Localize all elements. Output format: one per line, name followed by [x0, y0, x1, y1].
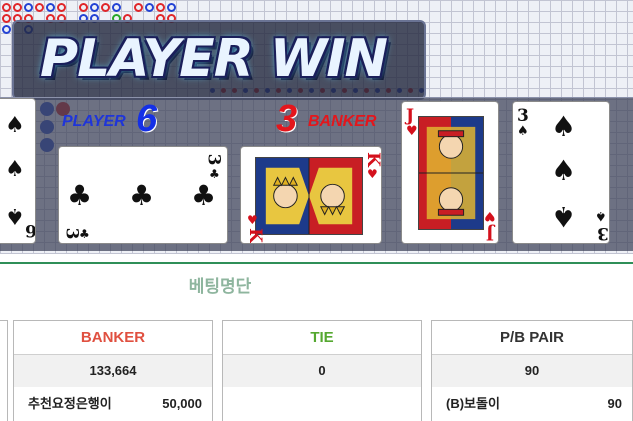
card-rank: 3 — [61, 227, 82, 240]
column-total: 133,664 — [14, 355, 212, 387]
bet-amount: 90 — [607, 396, 622, 411]
betting-column-pair: P/B PAIR 90 (B)보돌이 90 — [431, 320, 633, 421]
roadmap-bead — [112, 3, 121, 12]
card-rank: 6 — [25, 220, 36, 240]
game-table: PLAYER WIN PLAYER 6 3 BANKER ♠ ♠ ♠ 6 3 ♣… — [0, 0, 633, 254]
banker-card-1: K ♥ ♥ K — [240, 146, 382, 244]
bet-row: (B)보돌이 90 — [432, 387, 632, 421]
bet-amount: 50,000 — [162, 396, 202, 411]
roadmap-bead — [134, 3, 143, 12]
roadmap-bead — [2, 14, 11, 23]
card-rank: J — [486, 223, 495, 243]
banker-card-3: 3 ♠ ♠ ♠ ♠ ♠ 3 — [512, 101, 610, 244]
roadmap-bead — [35, 3, 44, 12]
card-rank: K — [362, 152, 382, 167]
spade-icon: ♠ — [551, 154, 577, 187]
player-card-2: 3 ♣ ♣ ♣ ♣ 3 ♣ — [58, 146, 228, 244]
column-header: BANKER — [14, 321, 212, 355]
bettor-name: (B)보돌이 — [446, 396, 500, 411]
roadmap-bead — [13, 3, 22, 12]
spade-icon: ♠ — [517, 124, 529, 139]
betting-column-tie: TIE 0 — [222, 320, 422, 421]
club-icon: ♣ — [191, 179, 217, 212]
heart-icon: ♥ — [367, 167, 378, 181]
spade-icon: ♠ — [5, 113, 25, 138]
roadmap-bead — [24, 3, 33, 12]
column-total: 0 — [223, 355, 421, 387]
banker-score: 3 — [276, 98, 298, 140]
betting-list-title: 베팅명단 — [188, 277, 252, 296]
result-banner-text: PLAYER WIN — [40, 29, 388, 89]
jack-face-art — [418, 116, 484, 230]
player-score: 6 — [136, 98, 158, 140]
column-header: P/B PAIR — [432, 321, 632, 355]
banker-card-2: J ♥ ♥ J — [401, 101, 499, 244]
club-icon: ♣ — [129, 179, 155, 212]
bettor-name: 추천요정은행이 — [28, 396, 112, 411]
roadmap-bead — [101, 3, 110, 12]
banker-label: BANKER — [308, 113, 377, 130]
bet-row: 추천요정은행이 50,000 — [14, 387, 212, 421]
card-rank: 3 — [517, 106, 529, 126]
spade-icon: ♠ — [551, 110, 577, 143]
player-label: PLAYER — [62, 113, 126, 130]
card-rank: 3 — [597, 223, 609, 243]
king-face-art — [255, 157, 363, 235]
spade-icon: ♠ — [5, 157, 25, 182]
roadmap-bead — [2, 3, 11, 12]
spade-icon: ♠ — [595, 208, 607, 223]
spade-icon: ♠ — [551, 200, 577, 233]
roadmap-bead — [145, 3, 154, 12]
heart-icon: ♥ — [484, 208, 496, 223]
roadmap-bead — [46, 3, 55, 12]
column-header: TIE — [223, 321, 421, 355]
roadmap-bead — [156, 3, 165, 12]
roadmap-bead — [79, 3, 88, 12]
roadmap-bead — [57, 3, 66, 12]
section-divider — [0, 262, 633, 264]
club-icon: ♣ — [79, 227, 90, 241]
player-card-1: ♠ ♠ ♠ 6 — [0, 98, 36, 244]
card-rank: 3 — [203, 153, 224, 166]
spade-icon: ♠ — [5, 203, 25, 228]
card-rank: J — [406, 106, 415, 126]
heart-icon: ♥ — [406, 124, 418, 139]
column-total: 90 — [432, 355, 632, 387]
roadmap-bead — [90, 3, 99, 12]
roadmap-bead — [2, 25, 11, 34]
heart-icon: ♥ — [247, 213, 258, 227]
card-rank: K — [244, 228, 265, 243]
betting-column-banker: BANKER 133,664 추천요정은행이 50,000 — [13, 320, 213, 421]
roadmap-bead — [167, 3, 176, 12]
betting-column-partial — [0, 320, 8, 421]
club-icon: ♣ — [67, 179, 93, 212]
